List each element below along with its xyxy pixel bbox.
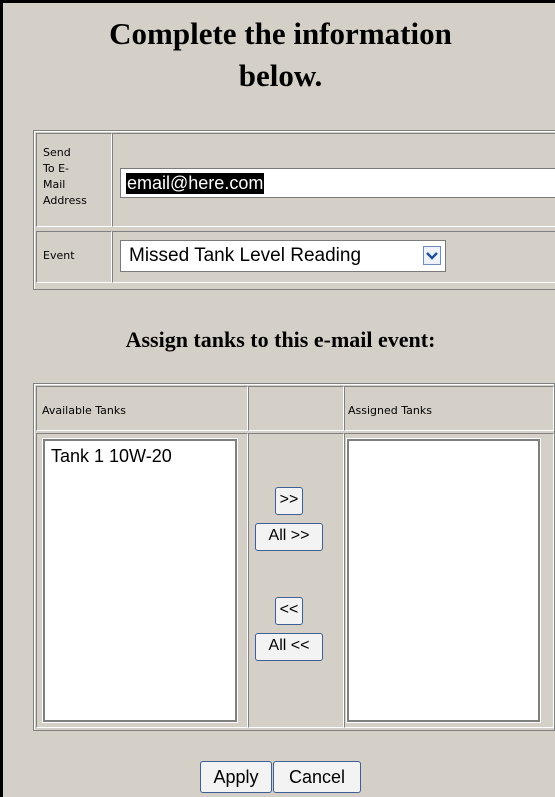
page-title: Complete the information below.	[3, 13, 555, 97]
email-label-line-1: Send	[43, 146, 71, 159]
apply-button[interactable]: Apply	[200, 761, 272, 793]
cancel-button[interactable]: Cancel	[273, 761, 361, 793]
event-label: Event	[43, 249, 75, 262]
move-all-right-button[interactable]: All >>	[255, 523, 323, 551]
assign-tanks-title: Assign tanks to this e-mail event:	[125, 327, 436, 352]
event-select[interactable]: Missed Tank Level Reading	[120, 240, 446, 272]
page-title-line-2: below.	[238, 58, 323, 93]
available-tanks-list[interactable]: Tank 1 10W-20	[42, 438, 238, 723]
email-field-value: email@here.com	[126, 173, 265, 194]
middle-header-cell	[248, 386, 344, 431]
chevron-down-icon-glyph	[426, 252, 438, 260]
move-buttons-cell	[248, 433, 344, 728]
page-title-line-1: Complete the information	[109, 16, 452, 51]
available-tanks-header: Available Tanks	[42, 404, 126, 417]
assigned-tanks-header: Assigned Tanks	[348, 404, 432, 417]
move-left-button[interactable]: <<	[275, 597, 303, 625]
assigned-tanks-list[interactable]	[346, 438, 541, 723]
email-field[interactable]: email@here.com	[120, 168, 555, 198]
event-selected-value: Missed Tank Level Reading	[129, 245, 362, 266]
email-label-line-2: To E-	[43, 162, 69, 175]
move-all-left-button[interactable]: All <<	[255, 633, 323, 661]
email-event-panel: Complete the information below. Send To …	[0, 0, 555, 797]
list-item[interactable]: Tank 1 10W-20	[51, 446, 172, 467]
email-address-label: Send To E- Mail Address	[43, 145, 109, 209]
chevron-down-icon[interactable]	[423, 246, 441, 265]
email-label-line-4: Address	[43, 194, 87, 207]
move-right-button[interactable]: >>	[275, 487, 303, 515]
email-label-line-3: Mail	[43, 178, 66, 191]
